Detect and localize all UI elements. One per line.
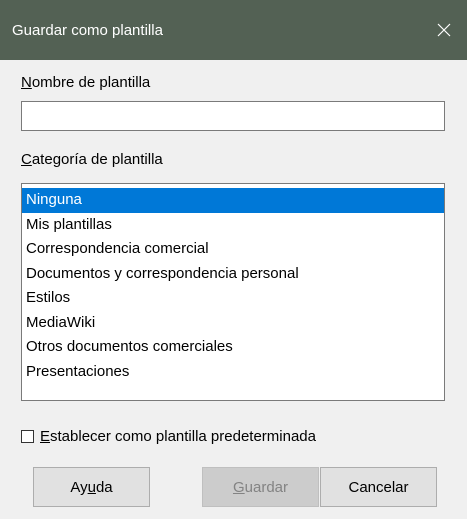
help-button-mnemonic: u	[87, 478, 96, 496]
list-item-mediawiki[interactable]: MediaWiki	[22, 311, 444, 336]
close-button[interactable]	[421, 0, 467, 60]
cancel-button[interactable]: Cancelar	[320, 467, 437, 507]
template-category-list[interactable]: Ninguna Mis plantillas Correspondencia c…	[21, 183, 445, 401]
help-button-suffix: da	[95, 478, 113, 496]
save-button[interactable]: Guardar	[202, 467, 319, 507]
template-name-input[interactable]	[21, 101, 445, 131]
list-item-mis-plantillas[interactable]: Mis plantillas	[22, 213, 444, 238]
list-item-ninguna[interactable]: Ninguna	[22, 188, 444, 213]
list-item-presentaciones[interactable]: Presentaciones	[22, 360, 444, 385]
help-button-prefix: Ay	[70, 478, 88, 496]
save-button-text: uardar	[244, 478, 289, 496]
template-category-label: Categoría de plantilla	[21, 150, 163, 170]
list-item-otros-documentos-comerciales[interactable]: Otros documentos comerciales	[22, 335, 444, 360]
default-template-checkbox[interactable]	[21, 429, 34, 443]
close-icon	[437, 23, 451, 37]
template-name-label: Nombre de plantilla	[21, 73, 150, 93]
template-name-label-mnemonic: N	[21, 74, 32, 91]
list-item-estilos[interactable]: Estilos	[22, 286, 444, 311]
list-item-documentos-correspondencia-personal[interactable]: Documentos y correspondencia personal	[22, 262, 444, 287]
default-template-label: Establecer como plantilla predeterminada	[40, 428, 316, 445]
template-category-label-mnemonic: C	[21, 151, 32, 168]
save-as-template-dialog: Guardar como plantilla Nombre de plantil…	[0, 0, 467, 519]
default-template-label-mnemonic: E	[40, 427, 51, 445]
help-button[interactable]: Ay u da	[33, 467, 150, 507]
dialog-title: Guardar como plantilla	[12, 22, 163, 39]
default-template-option[interactable]: Establecer como plantilla predeterminada	[21, 426, 316, 446]
template-name-label-text: ombre de plantilla	[31, 74, 151, 91]
list-item-correspondencia-comercial[interactable]: Correspondencia comercial	[22, 237, 444, 262]
default-template-label-text: stablecer como plantilla predeterminada	[50, 427, 316, 445]
title-bar: Guardar como plantilla	[0, 0, 467, 60]
template-category-label-text: ategoría de plantilla	[31, 151, 163, 168]
save-button-mnemonic: G	[232, 478, 245, 496]
